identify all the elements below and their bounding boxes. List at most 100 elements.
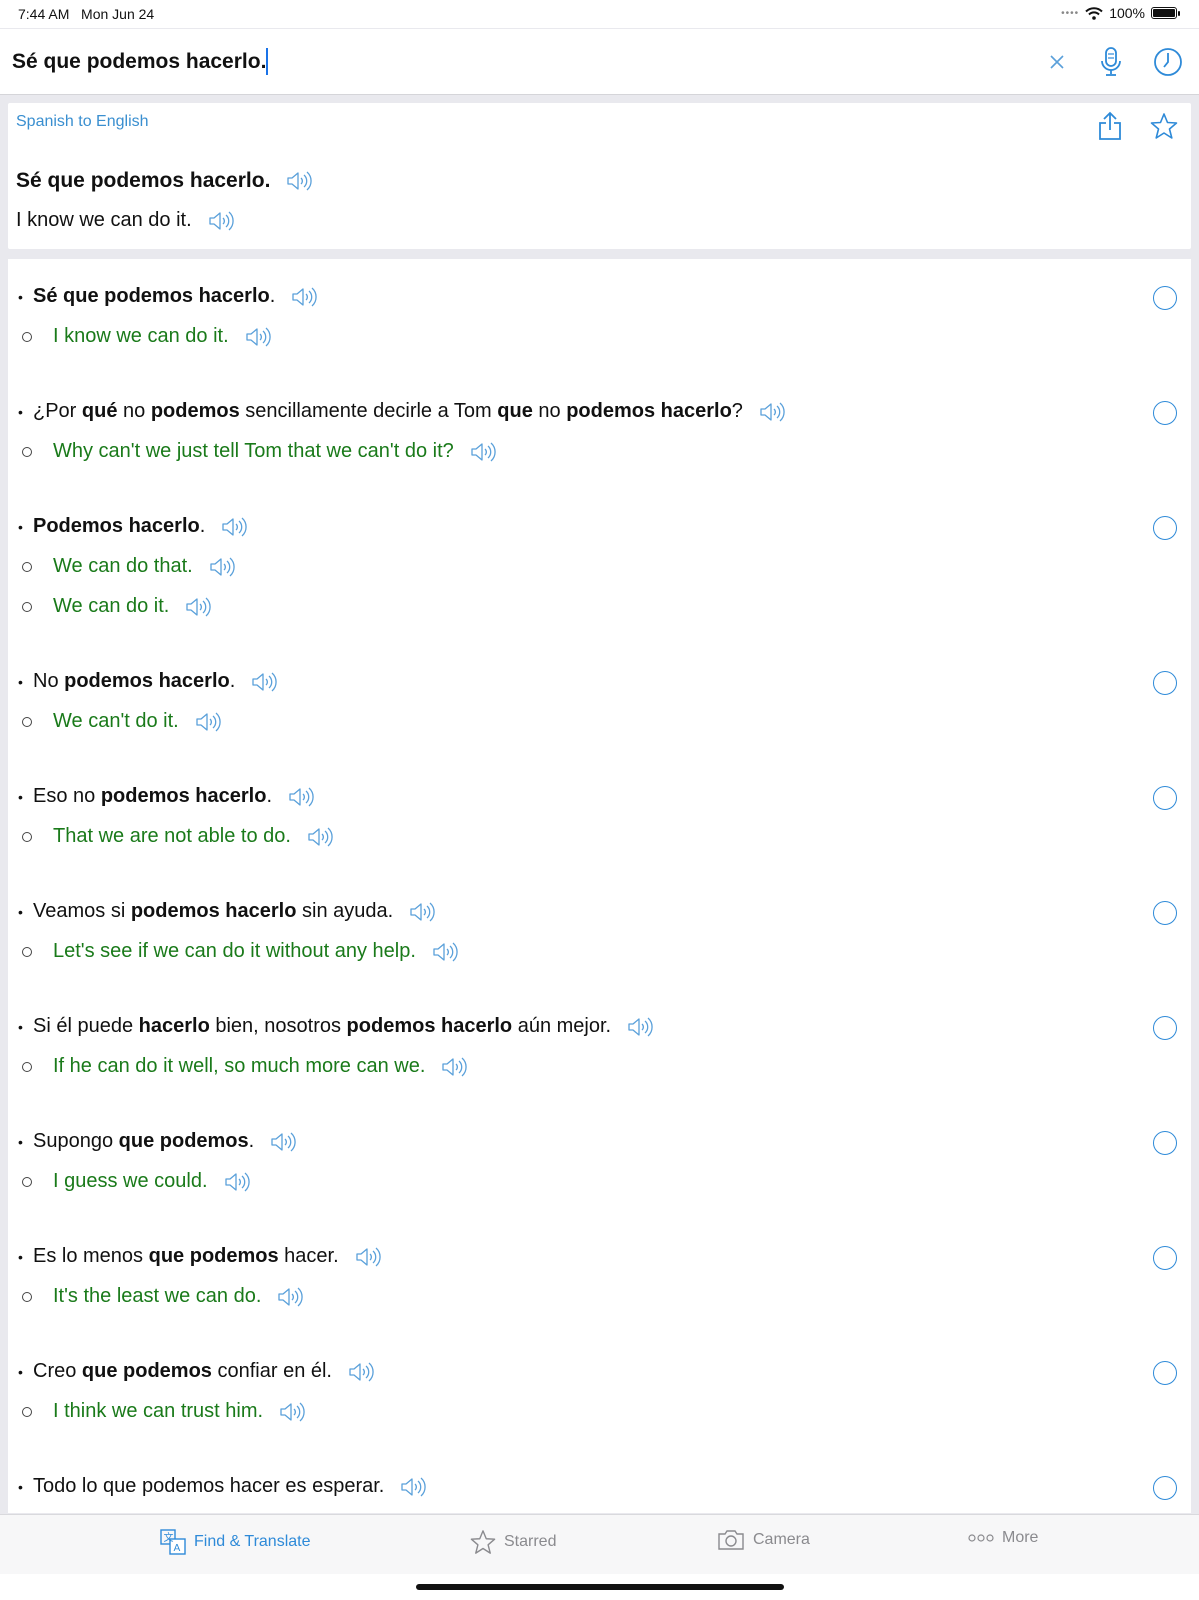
translated-text: I know we can do it. [16, 209, 192, 231]
select-sentence-radio[interactable] [1153, 1361, 1177, 1385]
speaker-button[interactable] [209, 556, 235, 578]
speaker-icon [186, 597, 212, 616]
speaker-icon [209, 211, 234, 230]
speaker-icon [246, 327, 271, 346]
sentence-fragment: . [199, 515, 206, 537]
example-english-translation: I think we can trust him. [8, 1400, 305, 1423]
speaker-button[interactable] [185, 596, 212, 618]
highlighted-term: podemos [150, 400, 240, 422]
more-dots-icon [968, 1534, 994, 1542]
speaker-icon [224, 1172, 250, 1191]
speaker-button[interactable] [470, 441, 496, 463]
select-sentence-radio[interactable] [1153, 401, 1177, 425]
hollow-bullet-icon [22, 446, 32, 457]
translation-text: We can't do it. [53, 710, 179, 732]
signal-dots-icon: •••• [1061, 7, 1080, 19]
search-input[interactable] [12, 47, 972, 77]
sentence-fragment: Todo lo que podemos hacer es esperar. [33, 1475, 385, 1497]
select-sentence-radio[interactable] [1153, 786, 1177, 810]
highlighted-term: qué [81, 400, 118, 422]
tab-find-translate[interactable]: 文 A Find & Translate [160, 1529, 311, 1555]
speaker-button[interactable] [400, 1476, 427, 1498]
share-button[interactable] [1093, 109, 1127, 143]
speaker-button[interactable] [277, 1286, 304, 1308]
translate-icon: 文 A [160, 1529, 186, 1555]
speaker-icon [289, 787, 314, 806]
example-english-translation: Let's see if we can do it without any he… [8, 940, 458, 963]
example-spanish-sentence: • Podemos hacerlo. [8, 515, 247, 538]
speaker-button[interactable] [307, 826, 333, 848]
sentence-fragment: sin ayuda. [296, 900, 394, 922]
select-sentence-radio[interactable] [1153, 1476, 1177, 1500]
select-sentence-radio[interactable] [1153, 1016, 1177, 1040]
sentence-text: ¿Por qué no podemos sencillamente decirl… [33, 400, 743, 423]
voice-input-button[interactable] [1095, 46, 1127, 78]
speaker-icon [349, 1362, 374, 1381]
highlighted-term: podemos hacerlo [346, 1015, 513, 1037]
speaker-button[interactable] [251, 671, 278, 693]
select-sentence-radio[interactable] [1153, 1246, 1177, 1270]
select-sentence-radio[interactable] [1153, 901, 1177, 925]
speaker-button[interactable] [224, 1171, 250, 1193]
example-spanish-sentence: • Eso no podemos hacerlo. [8, 785, 314, 808]
tab-starred[interactable]: Starred [470, 1529, 556, 1555]
hollow-bullet-icon [22, 601, 32, 612]
tab-camera[interactable]: Camera [717, 1529, 810, 1551]
speaker-button[interactable] [348, 1361, 374, 1383]
original-text-row: Sé que podemos hacerlo. [16, 169, 313, 193]
speaker-button[interactable] [279, 1401, 305, 1423]
share-icon [1099, 111, 1121, 140]
highlighted-term: que podemos [148, 1245, 279, 1267]
highlighted-term: Sé que podemos hacerlo [33, 285, 270, 307]
sentence-fragment: ? [731, 400, 743, 422]
speaker-button[interactable] [195, 711, 221, 733]
speaker-button[interactable] [291, 286, 318, 308]
example-english-translation: We can do that. [8, 555, 235, 578]
select-sentence-radio[interactable] [1153, 286, 1177, 310]
sentence-fragment: . [248, 1130, 255, 1152]
speaker-icon [410, 902, 435, 921]
tab-bar: 文 A Find & Translate Starred Camera More [0, 1514, 1199, 1574]
language-direction-label[interactable]: Spanish to English [16, 113, 149, 131]
tab-label: More [1002, 1529, 1039, 1546]
speaker-button[interactable] [409, 901, 435, 923]
speaker-button[interactable] [355, 1246, 381, 1268]
translation-text: If he can do it well, so much more can w… [53, 1055, 426, 1077]
hollow-bullet-icon [22, 561, 32, 572]
example-spanish-sentence: • Veamos si podemos hacerlo sin ayuda. [8, 900, 435, 923]
translation-text: It's the least we can do. [53, 1285, 262, 1307]
history-button[interactable] [1152, 46, 1184, 78]
tab-label: Starred [504, 1533, 557, 1550]
example-spanish-sentence: • Sé que podemos hacerlo. [8, 285, 318, 308]
speaker-button[interactable] [286, 170, 313, 192]
select-sentence-radio[interactable] [1153, 516, 1177, 540]
sentence-text: Podemos hacerlo. [33, 515, 205, 538]
hollow-bullet-icon [22, 946, 32, 957]
speaker-button[interactable] [432, 941, 458, 963]
select-sentence-radio[interactable] [1153, 1131, 1177, 1155]
speaker-button[interactable] [759, 401, 785, 423]
speaker-button[interactable] [208, 210, 234, 232]
example-spanish-sentence: • Creo que podemos confiar en él. [8, 1360, 374, 1383]
translation-card: Spanish to English Sé que podemos hacerl… [8, 103, 1191, 249]
select-sentence-radio[interactable] [1153, 671, 1177, 695]
speaker-button[interactable] [270, 1131, 296, 1153]
star-button[interactable] [1147, 109, 1181, 143]
speaker-button[interactable] [288, 786, 314, 808]
translation-text: We can do that. [53, 555, 193, 577]
speaker-button[interactable] [245, 326, 271, 348]
translation-text: Let's see if we can do it without any he… [53, 940, 416, 962]
microphone-icon [1101, 47, 1121, 76]
speaker-button[interactable] [221, 516, 247, 538]
highlighted-term: Podemos hacerlo [33, 515, 200, 537]
clear-button[interactable] [1041, 46, 1073, 78]
clock-icon [1154, 48, 1182, 76]
speaker-button[interactable] [441, 1056, 468, 1078]
translation-text: Why can't we just tell Tom that we can't… [53, 440, 454, 462]
battery-icon [1151, 7, 1180, 19]
speaker-button[interactable] [627, 1016, 653, 1038]
tab-more[interactable]: More [968, 1529, 1038, 1547]
speaker-icon [628, 1017, 653, 1036]
search-bar [0, 29, 1199, 95]
sentence-fragment: aún mejor. [512, 1015, 612, 1037]
